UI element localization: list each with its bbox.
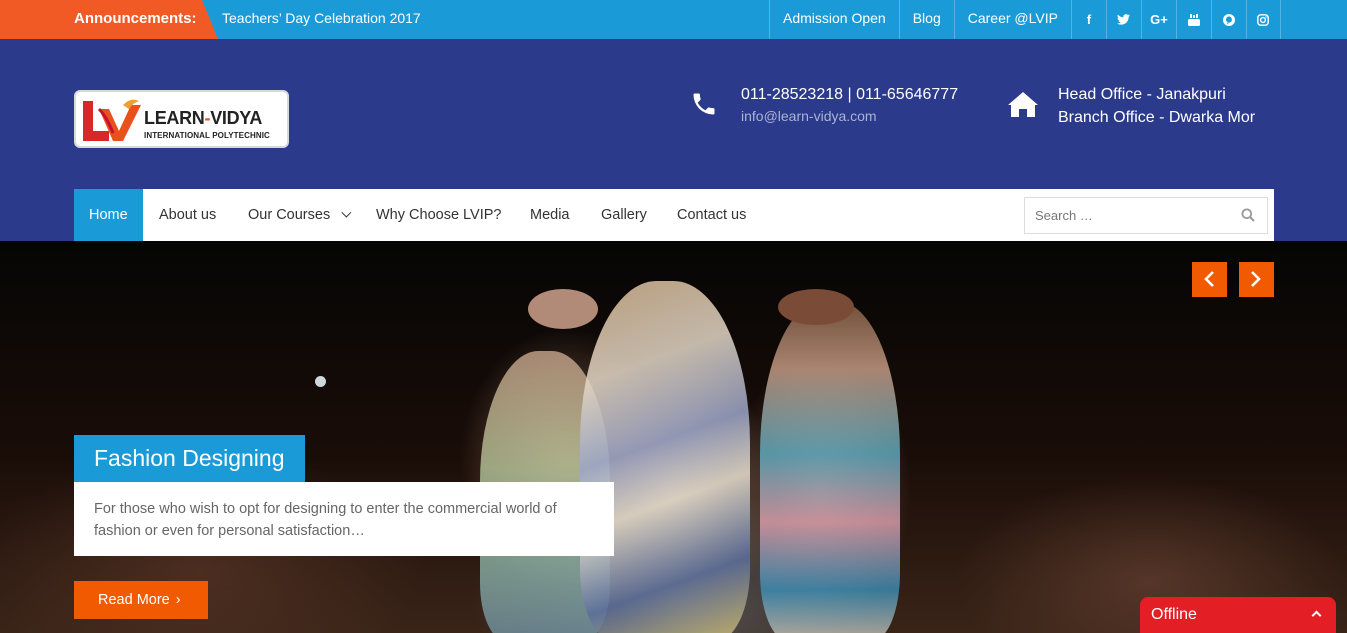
chevron-left-icon xyxy=(1204,271,1214,287)
instagram-icon[interactable] xyxy=(1245,0,1281,39)
nav-item-our-courses[interactable]: Our Courses xyxy=(248,189,352,241)
head-office-text: Head Office - Janakpuri xyxy=(1058,86,1226,103)
facebook-icon[interactable]: f xyxy=(1070,0,1106,39)
nav-item-home[interactable]: Home xyxy=(74,189,143,241)
blog-link[interactable]: Blog xyxy=(898,0,954,39)
site-header: LEARN-VIDYA INTERNATIONAL POLYTECHNIC 01… xyxy=(0,39,1347,189)
top-bar: Announcements: Teachers’ Day Celebration… xyxy=(0,0,1347,39)
nav-item-our-courses-label: Our Courses xyxy=(248,207,331,223)
chevron-right-icon: › xyxy=(175,592,181,608)
nav-item-contact-us[interactable]: Contact us xyxy=(677,189,746,241)
slide-title: Fashion Designing xyxy=(74,435,305,482)
slider-prev-button[interactable] xyxy=(1192,262,1227,297)
top-links: Admission Open Blog Career @LVIP f G+ xyxy=(769,0,1281,39)
announcements-label: Announcements: xyxy=(74,10,197,27)
search-input[interactable] xyxy=(1025,198,1235,233)
read-more-label: Read More xyxy=(98,592,170,608)
career-link[interactable]: Career @LVIP xyxy=(953,0,1071,39)
nav-item-why-choose-lvip[interactable]: Why Choose LVIP? xyxy=(376,189,501,241)
search-icon[interactable] xyxy=(1241,208,1255,222)
youtube-icon[interactable] xyxy=(1175,0,1211,39)
google-plus-icon[interactable]: G+ xyxy=(1140,0,1176,39)
announcements-label-box: Announcements: xyxy=(0,0,218,39)
chevron-right-icon xyxy=(1251,271,1261,287)
logo-wordmark: LEARN-VIDYA xyxy=(144,108,263,128)
phone-icon xyxy=(693,93,715,115)
nav-item-gallery[interactable]: Gallery xyxy=(601,189,647,241)
email-address[interactable]: info@learn-vidya.com xyxy=(741,108,877,124)
slider-dot[interactable] xyxy=(315,376,326,387)
hero-slider: Fashion Designing For those who wish to … xyxy=(0,241,1347,633)
twitter-icon[interactable] xyxy=(1105,0,1141,39)
branch-office-text: Branch Office - Dwarka Mor xyxy=(1058,109,1256,126)
chat-widget-offline[interactable]: Offline xyxy=(1140,597,1336,633)
chevron-down-icon xyxy=(341,207,352,218)
pinterest-icon[interactable] xyxy=(1210,0,1246,39)
site-logo[interactable]: LEARN-VIDYA INTERNATIONAL POLYTECHNIC xyxy=(74,90,289,148)
home-icon xyxy=(1008,92,1038,117)
slider-next-button[interactable] xyxy=(1239,262,1274,297)
main-navigation: Home About us Our Courses Why Choose LVI… xyxy=(74,189,1274,241)
search-box xyxy=(1024,197,1268,234)
logo-subtitle: INTERNATIONAL POLYTECHNIC xyxy=(144,131,270,140)
nav-item-media[interactable]: Media xyxy=(530,189,570,241)
lv-logo-mark-icon xyxy=(83,99,141,141)
chat-status-label: Offline xyxy=(1151,606,1197,623)
announcement-ticker-text[interactable]: Teachers’ Day Celebration 2017 xyxy=(222,10,421,26)
admission-open-link[interactable]: Admission Open xyxy=(769,0,899,39)
chevron-up-icon xyxy=(1311,610,1322,621)
nav-item-about-us[interactable]: About us xyxy=(159,189,216,241)
slide-description: For those who wish to opt for designing … xyxy=(74,482,614,556)
phone-numbers[interactable]: 011-28523218 | 011-65646777 xyxy=(741,86,958,104)
read-more-button[interactable]: Read More › xyxy=(74,581,208,619)
